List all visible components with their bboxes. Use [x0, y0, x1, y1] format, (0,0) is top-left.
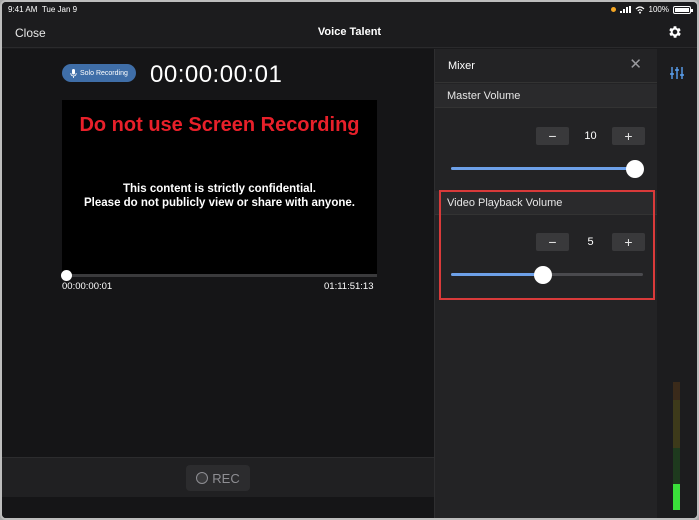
recording-indicator-icon — [610, 7, 616, 12]
end-timecode: 01:11:51:13 — [324, 281, 374, 292]
mixer-title: Mixer — [448, 60, 475, 72]
microphone-icon — [70, 68, 77, 78]
video-playback-volume-slider[interactable] — [451, 266, 643, 284]
meter-low — [673, 448, 680, 484]
meter-peak — [673, 382, 680, 400]
video-volume-increase-button[interactable]: + — [612, 233, 645, 251]
rec-label: REC — [212, 470, 240, 486]
wifi-icon — [635, 5, 644, 14]
rec-button[interactable]: REC — [186, 465, 250, 491]
clock-date: Tue Jan 9 — [41, 5, 78, 14]
scrubber-handle[interactable] — [61, 270, 72, 281]
master-volume-slider[interactable] — [451, 160, 644, 178]
solo-recording-label: Solo Recording — [80, 69, 128, 77]
video-playback-volume-title: Video Playback Volume — [435, 191, 658, 215]
page-title: Voice Talent — [317, 26, 382, 38]
cellular-signal-icon — [619, 6, 631, 13]
confidential-notice: This content is strictly confidential. P… — [62, 182, 377, 210]
timecode-display: 00:00:00:01 — [150, 61, 283, 88]
video-volume-value: 5 — [587, 236, 594, 248]
video-volume-decrease-button[interactable]: − — [536, 233, 569, 251]
status-time: 9:41 AM Tue Jan 9 — [8, 5, 77, 14]
confidential-line-1: This content is strictly confidential. — [123, 183, 316, 195]
video-volume-knob[interactable] — [534, 266, 552, 284]
master-volume-decrease-button[interactable]: − — [536, 127, 569, 145]
start-timecode: 00:00:00:01 — [62, 281, 113, 292]
master-volume-stepper[interactable]: − 10 + — [536, 127, 645, 145]
video-playback-volume-stepper[interactable]: − 5 + — [536, 233, 645, 251]
master-volume-title: Master Volume — [435, 84, 658, 108]
master-volume-increase-button[interactable]: + — [612, 127, 645, 145]
status-icons: 100% — [610, 5, 693, 14]
scrubber-track[interactable] — [66, 274, 377, 277]
recording-area: Solo Recording 00:00:00:01 Do not use Sc… — [2, 49, 434, 518]
bottom-strip — [2, 498, 434, 518]
master-volume-value: 10 — [584, 130, 597, 142]
meter-mid — [673, 400, 680, 448]
confidential-line-2: Please do not publicly view or share wit… — [84, 197, 355, 209]
master-volume-fill — [451, 167, 635, 170]
clock-time: 9:41 AM — [8, 5, 38, 14]
battery-icon — [673, 5, 693, 14]
record-toolbar: REC — [2, 457, 434, 497]
video-volume-fill — [451, 273, 543, 276]
status-bar: 9:41 AM Tue Jan 9 100% — [2, 2, 697, 18]
master-volume-knob[interactable] — [626, 160, 644, 178]
meter-level — [673, 484, 680, 510]
close-icon[interactable]: ✕ — [629, 57, 642, 72]
record-circle-icon — [196, 472, 209, 484]
mixer-sliders-icon[interactable] — [669, 65, 685, 81]
gear-icon[interactable] — [667, 24, 683, 40]
side-toolbar — [657, 49, 697, 518]
battery-percent: 100% — [648, 5, 669, 14]
app-window: 9:41 AM Tue Jan 9 100% Close Voice Talen… — [0, 0, 699, 520]
mixer-header: Mixer ✕ — [435, 49, 658, 83]
navigation-bar: Close Voice Talent — [2, 18, 697, 48]
video-player: Do not use Screen Recording This content… — [62, 100, 377, 274]
mixer-panel: Mixer ✕ Master Volume − 10 + Video Playb… — [434, 49, 658, 518]
screen-recording-warning: Do not use Screen Recording — [79, 114, 360, 136]
solo-recording-badge[interactable]: Solo Recording — [62, 64, 136, 82]
